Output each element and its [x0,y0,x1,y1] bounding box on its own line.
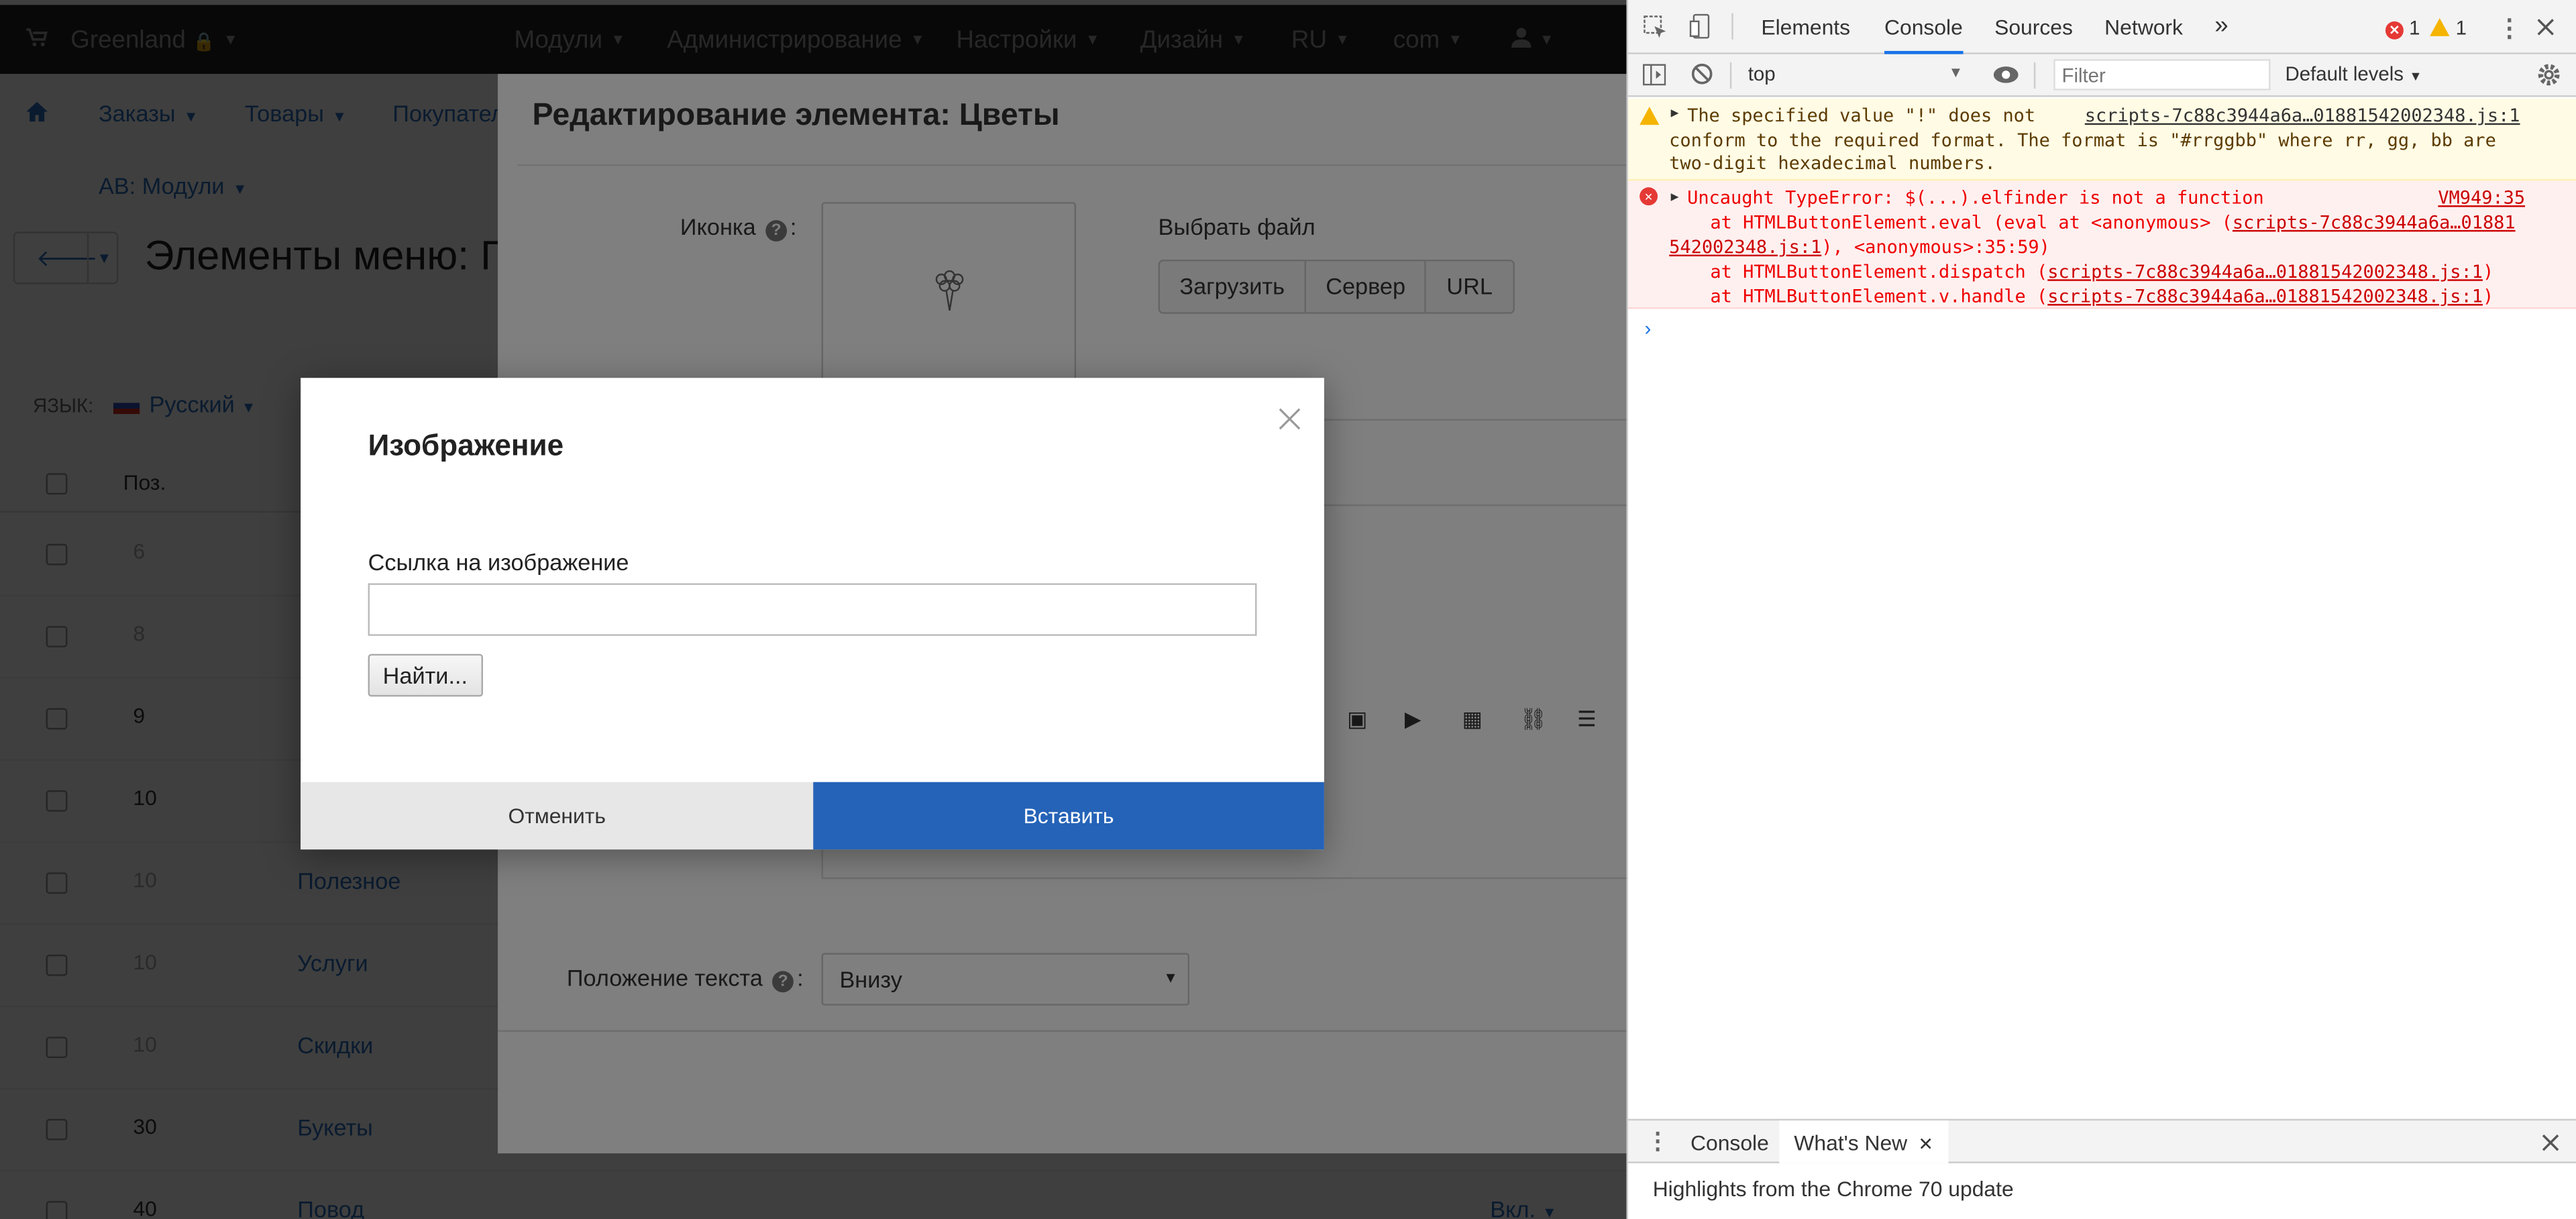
clear-console-icon[interactable] [1690,62,1713,85]
close-drawer-icon[interactable] [2542,1134,2560,1152]
warning-icon [1640,107,1660,125]
close-tab-icon[interactable]: ✕ [1918,1135,1933,1155]
gear-icon[interactable] [2536,62,2561,87]
context-selector[interactable]: top [1748,62,1776,85]
error-icon: ✕ [1640,187,1658,206]
drawer-tab-whats-new[interactable]: What's New ✕ [1779,1120,1949,1163]
log-levels-dropdown[interactable]: Default levels ▼ [2286,62,2422,85]
error-badge-icon: ✕ [2385,21,2404,40]
image-dialog: Изображение Ссылка на изображение Найти.… [301,378,1324,850]
close-devtools-icon[interactable] [2536,18,2555,36]
drawer-menu-icon[interactable]: ⋮ [1646,1127,1669,1155]
close-icon[interactable] [1275,404,1304,433]
stack-frame-link[interactable]: scripts-7c88c3944a6a…01881542002348.js:1 [2047,261,2483,282]
console-warning-message[interactable]: ▶ The specified value "!" does not scrip… [1627,98,2576,181]
cancel-button[interactable]: Отменить [301,782,814,850]
console-prompt[interactable]: › [1644,317,1651,340]
expand-triangle-icon[interactable]: ▶ [1671,189,1679,204]
image-link-label: Ссылка на изображение [368,548,629,576]
sidebar-toggle-icon[interactable] [1643,64,1666,86]
whats-new-text: Highlights from the Chrome 70 update [1652,1176,2014,1202]
drawer-tab-console[interactable]: Console [1690,1130,1769,1155]
console-error-message[interactable]: ✕ ▶ Uncaught TypeError: $(...).elfinder … [1627,180,2576,309]
warning-badge-icon [2430,17,2451,36]
admin-app: Greenland 🔒▼ Модули▼ Администрирование▼ … [0,0,1627,1219]
tab-network[interactable]: Network [2104,15,2183,40]
devtools-panel: Elements Console Sources Network » ✕ 1 1… [1626,0,2576,1219]
drawer-tab-bar: ⋮ Console What's New ✕ [1627,1118,2576,1163]
issue-counter[interactable]: ✕ 1 1 [2385,16,2467,40]
tab-sources[interactable]: Sources [1994,15,2073,40]
screen: Greenland 🔒▼ Модули▼ Администрирование▼ … [0,0,2576,1219]
error-source-link[interactable]: VM949:35 [2438,187,2525,209]
insert-button[interactable]: Вставить [813,782,1324,850]
stack-frame-link[interactable]: 542002348.js:1 [1669,237,1821,258]
stack-frame-link[interactable]: scripts-7c88c3944a6a…01881542002348.js:1 [2047,286,2483,307]
console-toolbar: top ▼ Default levels ▼ [1627,54,2576,97]
kebab-menu-icon[interactable]: ⋮ [2497,13,2522,43]
console-filter-input[interactable] [2053,59,2271,91]
dialog-title: Изображение [368,429,564,462]
expand-triangle-icon[interactable]: ▶ [1671,105,1679,120]
device-toolbar-icon[interactable] [1689,13,1714,40]
find-button[interactable]: Найти... [368,653,483,697]
inspect-element-icon[interactable] [1643,15,1668,40]
more-tabs-icon[interactable]: » [2214,11,2228,40]
warning-source-link[interactable]: scripts-7c88c3944a6a…01881542002348.js:1 [2085,105,2520,127]
tab-elements[interactable]: Elements [1761,15,1850,40]
image-link-input[interactable] [368,583,1257,636]
tab-console[interactable]: Console [1884,15,1963,54]
devtools-tab-bar: Elements Console Sources Network » ✕ 1 1… [1627,0,2576,54]
caret-down-icon[interactable]: ▼ [1949,64,1964,81]
caret-down-icon: ▼ [2409,68,2422,84]
eye-icon[interactable] [1993,66,2019,84]
stack-frame-link[interactable]: scripts-7c88c3944a6a…01881 [2233,212,2516,233]
